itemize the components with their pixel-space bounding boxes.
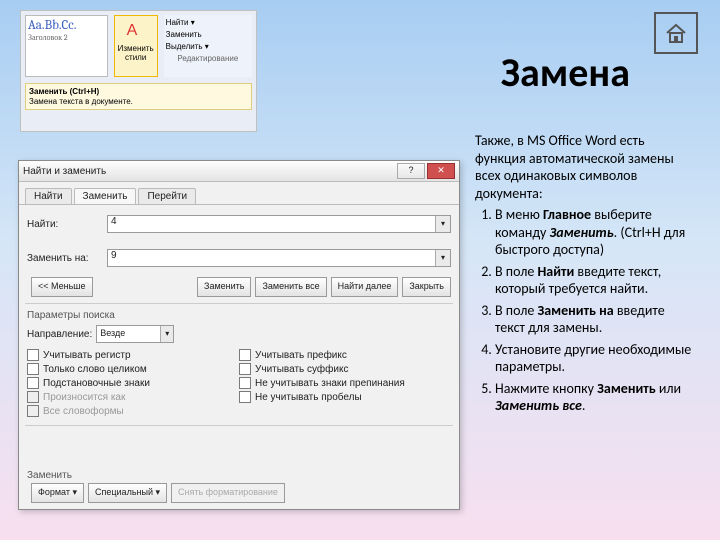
cancel-button[interactable]: Закрыть [402, 277, 451, 297]
replace-button[interactable]: Заменить [197, 277, 251, 297]
step-5: Нажмите кнопку Заменить или Заменить все… [495, 380, 695, 415]
tab-replace[interactable]: Заменить [74, 188, 137, 204]
step-2: В поле Найти введите текст, который треб… [495, 263, 695, 298]
replace-all-button[interactable]: Заменить все [255, 277, 326, 297]
page-title: Замена [501, 48, 630, 97]
article-text: Также, в MS Office Word есть функция авт… [475, 132, 695, 419]
format-button[interactable]: Формат ▾ [31, 483, 84, 503]
find-replace-dialog: Найти и заменить ? ✕ Найти Заменить Пере… [18, 160, 460, 510]
special-button[interactable]: Специальный ▾ [88, 483, 167, 503]
find-menu[interactable]: Найти ▾ [166, 17, 250, 28]
tooltip: Заменить (Ctrl+H) Замена текста в докуме… [25, 83, 252, 110]
dialog-title: Найти и заменить [23, 166, 106, 177]
opt-ignore-punct[interactable]: Не учитывать знаки препинания [239, 377, 451, 389]
help-button[interactable]: ? [397, 163, 425, 179]
home-icon[interactable] [654, 12, 698, 54]
opt-match-case[interactable]: Учитывать регистр [27, 349, 239, 361]
direction-select[interactable]: Везде▾ [96, 325, 174, 343]
chevron-down-icon[interactable]: ▾ [435, 250, 450, 266]
replace-input[interactable]: 9▾ [107, 249, 451, 267]
opt-suffix[interactable]: Учитывать суффикс [239, 363, 451, 375]
find-input[interactable]: 4▾ [107, 215, 451, 233]
replace-label: Заменить на: [27, 253, 107, 264]
opt-sounds-like: Произносится как [27, 391, 239, 403]
style-gallery: Aa.Bb.Cc. Заголовок 2 [25, 15, 108, 77]
chevron-down-icon[interactable]: ▾ [435, 216, 450, 232]
editing-group: Найти ▾ Заменить Выделить ▾ Редактирован… [164, 15, 252, 77]
close-button[interactable]: ✕ [427, 163, 455, 179]
opt-wildcards[interactable]: Подстановочные знаки [27, 377, 239, 389]
step-4: Установите другие необходимые параметры. [495, 341, 695, 376]
step-1: В меню Главное выберите команду Заменить… [495, 206, 695, 259]
intro: Также, в MS Office Word есть функция авт… [475, 132, 695, 202]
options-label: Параметры поиска [27, 310, 451, 321]
direction-label: Направление: [27, 329, 92, 340]
tab-goto[interactable]: Перейти [138, 188, 196, 204]
find-next-button[interactable]: Найти далее [331, 277, 399, 297]
replace-menu[interactable]: Заменить [166, 29, 250, 40]
find-label: Найти: [27, 219, 107, 230]
ribbon-screenshot: Aa.Bb.Cc. Заголовок 2 Изменить стили Най… [20, 10, 257, 132]
steps-list: В меню Главное выберите команду Заменить… [475, 206, 695, 415]
opt-whole-word[interactable]: Только слово целиком [27, 363, 239, 375]
step-3: В поле Заменить на введите текст для зам… [495, 302, 695, 337]
opt-word-forms: Все словоформы [27, 405, 239, 417]
tabs: Найти Заменить Перейти [19, 182, 459, 205]
replace-section-label: Заменить [27, 470, 451, 481]
select-menu[interactable]: Выделить ▾ [166, 41, 250, 52]
opt-ignore-space[interactable]: Не учитывать пробелы [239, 391, 451, 403]
opt-prefix[interactable]: Учитывать префикс [239, 349, 451, 361]
tab-find[interactable]: Найти [25, 188, 72, 204]
change-styles-button[interactable]: Изменить стили [114, 15, 158, 77]
less-button[interactable]: << Меньше [31, 277, 93, 297]
no-format-button: Снять форматирование [171, 483, 285, 503]
